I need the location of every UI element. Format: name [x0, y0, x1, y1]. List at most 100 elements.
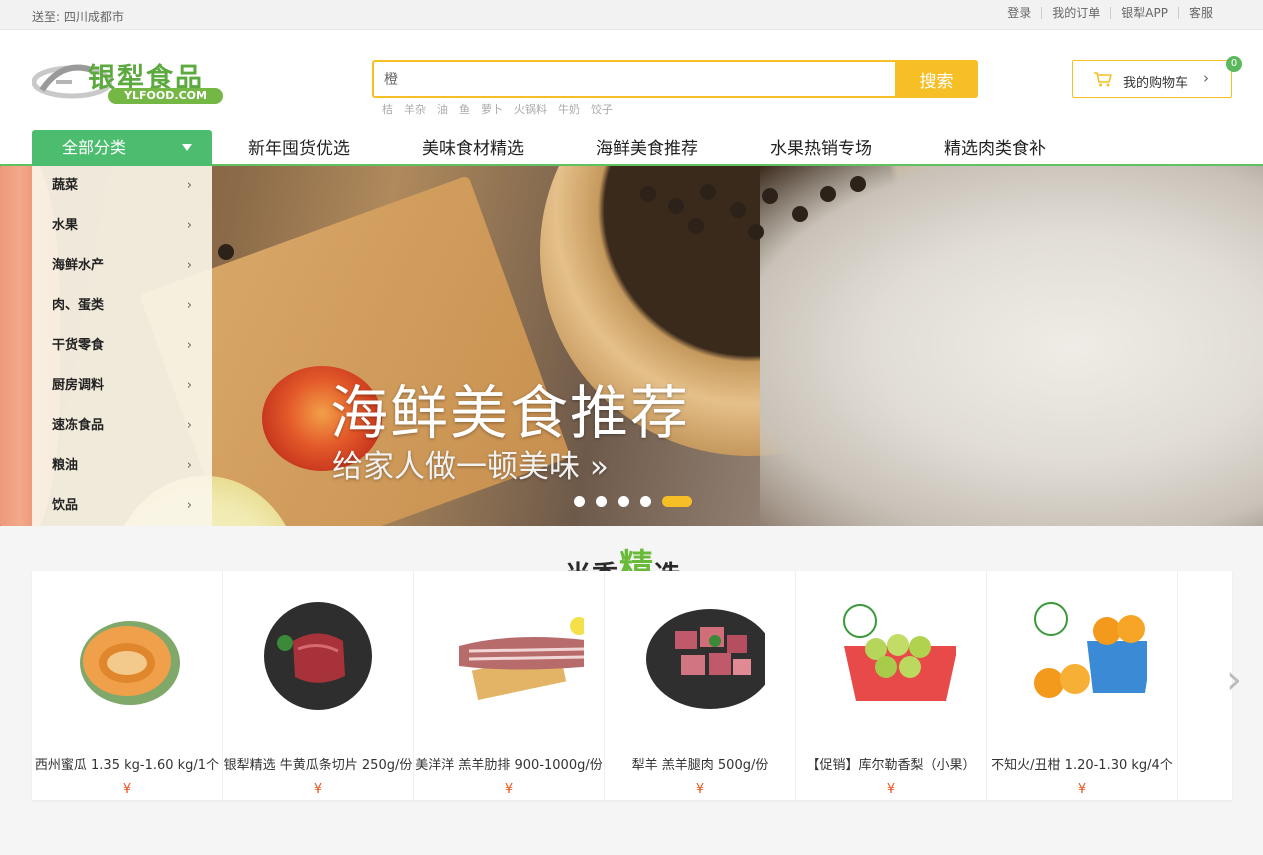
banner-subline[interactable]: 给家人做一顿美味 »: [332, 441, 609, 486]
top-bar: 送至: 四川成都市 登录 我的订单 银犁APP 客服: [0, 0, 1263, 30]
nav-link-meat[interactable]: 精选肉类食补: [944, 130, 1046, 168]
carousel-dot[interactable]: [640, 496, 651, 507]
peppercorn-decoration: [850, 176, 866, 192]
carousel-dots: [574, 496, 703, 507]
category-label: 厨房调料: [52, 378, 105, 393]
product-price: ¥: [886, 782, 896, 797]
hot-word[interactable]: 萝卜: [481, 101, 503, 117]
carousel-dot[interactable]: [596, 496, 607, 507]
cart-count-badge: 0: [1226, 56, 1242, 72]
category-item-seafood[interactable]: 海鲜水产 ›: [32, 246, 212, 286]
login-link[interactable]: 登录: [997, 7, 1041, 19]
category-label: 速冻食品: [52, 418, 105, 433]
category-item-vegetables[interactable]: 蔬菜 ›: [32, 166, 212, 206]
ship-to-location[interactable]: 送至: 四川成都市: [32, 8, 124, 25]
hot-search-words: 桔 羊杂 油 鱼 萝卜 火锅料 牛奶 饺子: [382, 101, 624, 117]
chevron-right-icon: ›: [186, 218, 192, 233]
chevron-right-icon: ›: [1226, 657, 1242, 703]
peppercorn-decoration: [730, 202, 746, 218]
product-title[interactable]: 犁羊 羔羊腿肉 500g/份: [605, 754, 795, 773]
peppercorn-decoration: [640, 186, 656, 202]
category-item-grain-oil[interactable]: 粮油 ›: [32, 446, 212, 486]
peppercorn-decoration: [748, 224, 764, 240]
hero-banner[interactable]: 蔬菜 › 水果 › 海鲜水产 › 肉、蛋类 › 干货零食 › 厨房调料 › 速冻食品 › 粮油…: [0, 166, 1263, 526]
search-input[interactable]: [372, 60, 895, 98]
peppercorn-decoration: [700, 184, 716, 200]
hot-word[interactable]: 羊杂: [404, 101, 426, 117]
product-title[interactable]: 【促销】库尔勒香梨（小果）: [796, 754, 986, 773]
carousel-dot[interactable]: [618, 496, 629, 507]
header: 银犁食品 YLFOOD.COM 搜索 桔 羊杂 油 鱼 萝卜 火锅料 牛奶 饺子…: [0, 30, 1263, 130]
peppercorn-decoration: [688, 218, 704, 234]
chevron-right-icon: ›: [186, 178, 192, 193]
hot-word[interactable]: 牛奶: [558, 101, 580, 117]
chevron-right-icon: ›: [186, 458, 192, 473]
category-label: 干货零食: [52, 338, 105, 353]
product-price: ¥: [313, 782, 323, 797]
cart-button[interactable]: 我的购物车 › 0: [1072, 56, 1242, 98]
product-price: ¥: [122, 782, 132, 797]
search-bar: 搜索: [372, 60, 978, 98]
category-item-frozen[interactable]: 速冻食品 ›: [32, 406, 212, 446]
product-title[interactable]: 西州蜜瓜 1.35 kg-1.60 kg/1个: [32, 754, 222, 773]
product-card[interactable]: 【促销】库尔勒香梨（小果） ¥: [796, 571, 987, 800]
nav-link-new-year[interactable]: 新年囤货优选: [248, 130, 350, 168]
product-price: ¥: [1077, 782, 1087, 797]
category-label: 肉、蛋类: [52, 298, 105, 313]
category-label: 饮品: [52, 498, 79, 513]
beef-image: [264, 602, 372, 710]
peppercorn-decoration: [762, 188, 778, 204]
product-card[interactable]: 不知火/丑柑 1.20-1.30 kg/4个 ¥: [987, 571, 1178, 800]
hot-word[interactable]: 饺子: [591, 101, 613, 117]
category-item-meat-eggs[interactable]: 肉、蛋类 ›: [32, 286, 212, 326]
pear-basket-image: [843, 604, 956, 701]
chevron-right-icon: ›: [186, 258, 192, 273]
customer-service-link[interactable]: 客服: [1177, 7, 1223, 19]
banner-headline: 海鲜美食推荐: [330, 379, 691, 447]
nav-links: 新年囤货优选 美味食材精选 海鲜美食推荐 水果热销专场 精选肉类食补: [248, 130, 1118, 168]
product-card[interactable]: 西州蜜瓜 1.35 kg-1.60 kg/1个 ¥: [32, 571, 223, 800]
app-link[interactable]: 银犁APP: [1110, 7, 1178, 19]
hot-word[interactable]: 桔: [382, 101, 393, 117]
category-item-seasoning[interactable]: 厨房调料 ›: [32, 366, 212, 406]
category-item-fruit[interactable]: 水果 ›: [32, 206, 212, 246]
product-card[interactable]: 美洋洋 羔羊肋排 900-1000g/份 ¥: [414, 571, 605, 800]
product-carousel: 西州蜜瓜 1.35 kg-1.60 kg/1个 ¥ 银犁精选 牛黄瓜条切片 25…: [32, 571, 1242, 800]
main-nav: 全部分类 新年囤货优选 美味食材精选 海鲜美食推荐 水果热销专场 精选肉类食补: [0, 130, 1263, 166]
chevron-right-icon: ›: [186, 418, 192, 433]
category-item-drinks[interactable]: 饮品 ›: [32, 486, 212, 526]
carousel-dot[interactable]: [574, 496, 585, 507]
search-button[interactable]: 搜索: [895, 60, 978, 98]
hot-word[interactable]: 鱼: [459, 101, 470, 117]
nav-link-fruit[interactable]: 水果热销专场: [770, 130, 872, 168]
chevron-right-icon: ›: [186, 378, 192, 393]
product-price: ¥: [695, 782, 705, 797]
all-categories-label: 全部分类: [62, 138, 127, 157]
nav-link-ingredients[interactable]: 美味食材精选: [422, 130, 524, 168]
product-card[interactable]: 银犁精选 牛黄瓜条切片 250g/份 ¥: [223, 571, 414, 800]
category-label: 粮油: [52, 458, 79, 473]
category-menu: 蔬菜 › 水果 › 海鲜水产 › 肉、蛋类 › 干货零食 › 厨房调料 › 速冻食品 › 粮油…: [32, 166, 212, 526]
my-orders-link[interactable]: 我的订单: [1041, 7, 1110, 19]
all-categories-button[interactable]: 全部分类: [32, 130, 212, 166]
peppercorn-decoration: [218, 244, 234, 260]
carousel-dot-active[interactable]: [662, 496, 692, 507]
cloth-decoration: [760, 166, 1263, 526]
hot-word[interactable]: 火锅料: [514, 101, 547, 117]
carousel-next-button[interactable]: ›: [1210, 571, 1263, 800]
product-card[interactable]: 犁羊 羔羊腿肉 500g/份 ¥: [605, 571, 796, 800]
peppercorn-decoration: [820, 186, 836, 202]
product-title[interactable]: 美洋洋 羔羊肋排 900-1000g/份: [414, 754, 604, 773]
product-title[interactable]: 不知火/丑柑 1.20-1.30 kg/4个: [987, 754, 1177, 773]
hot-word[interactable]: 油: [437, 101, 448, 117]
cart-label: 我的购物车: [1123, 76, 1189, 91]
category-label: 海鲜水产: [52, 258, 105, 273]
chevron-right-icon: ›: [186, 298, 192, 313]
category-item-snacks[interactable]: 干货零食 ›: [32, 326, 212, 366]
site-logo[interactable]: 银犁食品 YLFOOD.COM: [32, 52, 227, 132]
product-title[interactable]: 银犁精选 牛黄瓜条切片 250g/份: [223, 754, 413, 773]
product-price: ¥: [504, 782, 514, 797]
shopping-cart-icon: [1094, 72, 1112, 87]
chevron-right-icon: ›: [1203, 69, 1209, 87]
nav-link-seafood[interactable]: 海鲜美食推荐: [596, 130, 698, 168]
